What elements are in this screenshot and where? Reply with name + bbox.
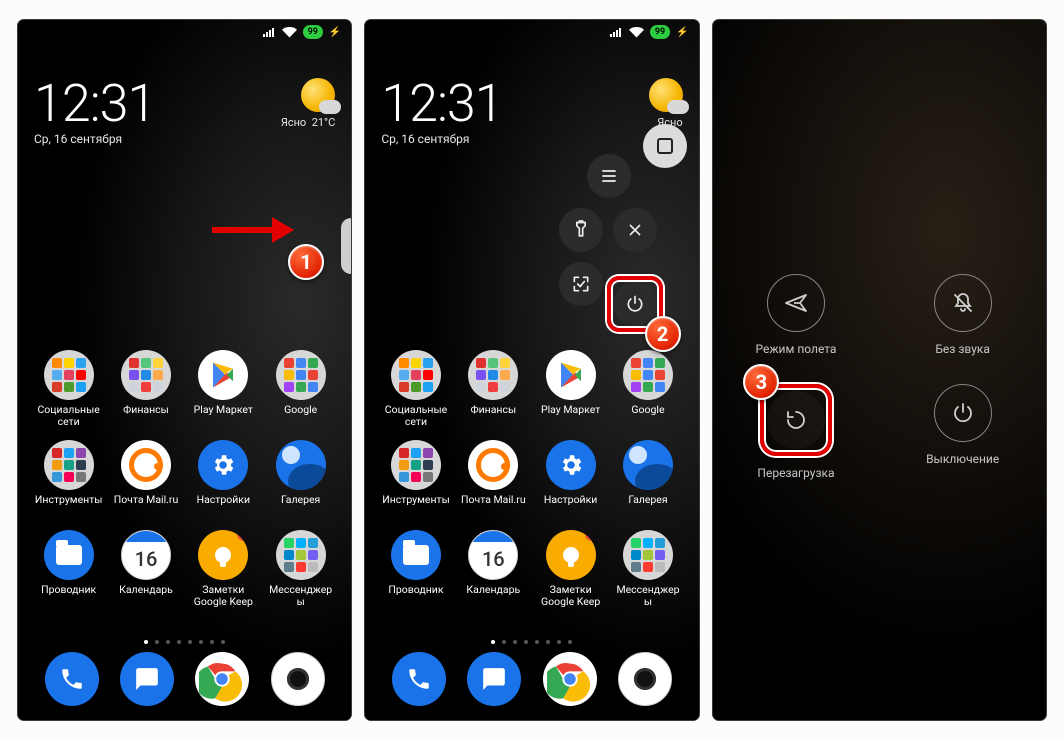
app-play-store[interactable]: Play Маркет: [536, 350, 605, 428]
status-bar: 99 ⚡: [18, 20, 351, 44]
folder-icon: [44, 440, 94, 490]
clock-weather-row: 12:31 Ср, 16 сентября Ясно 21°C: [34, 78, 335, 146]
mailru-icon: [121, 440, 171, 490]
clock-widget[interactable]: 12:31 Ср, 16 сентября: [381, 78, 502, 146]
app-mailru[interactable]: Почта Mail.ru: [111, 440, 180, 518]
app-finance-folder[interactable]: Финансы: [459, 350, 528, 428]
status-bar: 99 ⚡: [365, 20, 698, 44]
battery-pill: 99: [303, 25, 323, 39]
app-gallery[interactable]: Галерея: [613, 440, 682, 518]
clock-widget[interactable]: 12:31 Ср, 16 сентября: [34, 78, 155, 146]
app-play-store[interactable]: Play Маркет: [189, 350, 258, 428]
app-files[interactable]: Проводник: [34, 530, 103, 608]
wifi-icon: [282, 27, 297, 38]
page-indicator: [18, 640, 351, 644]
weather-text: Ясно 21°C: [281, 116, 336, 129]
weather-widget[interactable]: Ясно: [649, 78, 683, 129]
app-tools-folder[interactable]: Инструменты: [34, 440, 103, 518]
dock-camera[interactable]: [271, 652, 325, 706]
app-settings[interactable]: Настройки: [189, 440, 258, 518]
dock-messages[interactable]: [120, 652, 174, 706]
dock-chrome[interactable]: [543, 652, 597, 706]
app-settings[interactable]: Настройки: [536, 440, 605, 518]
folder-icon: [44, 350, 94, 400]
app-messengers-folder[interactable]: Мессенджеры: [266, 530, 335, 608]
app-files[interactable]: Проводник: [381, 530, 450, 608]
quickball-tab[interactable]: [341, 218, 351, 274]
quickball-screenshot[interactable]: [559, 262, 603, 306]
charging-icon: ⚡: [329, 27, 341, 38]
calendar-icon: 16: [121, 530, 171, 580]
dock-messages[interactable]: [467, 652, 521, 706]
power-silent[interactable]: Без звука: [934, 274, 992, 356]
app-finance-folder[interactable]: Финансы: [111, 350, 180, 428]
app-grid: Социальные сети Финансы Play Маркет Goog…: [381, 350, 682, 608]
reboot-icon: [784, 408, 808, 432]
annotation-arrow: [212, 220, 294, 240]
screen-1-home: 99 ⚡ 12:31 Ср, 16 сентября Ясно 21°C 1 С…: [18, 20, 351, 720]
folder-icon: [276, 350, 326, 400]
battery-percent: 99: [308, 27, 318, 37]
annotation-badge-1: 1: [288, 244, 324, 280]
charging-icon: ⚡: [676, 27, 688, 38]
settings-icon: [198, 440, 248, 490]
dock-phone[interactable]: [392, 652, 446, 706]
power-icon: [951, 401, 975, 425]
quickball-home[interactable]: [643, 124, 687, 168]
dock-chrome[interactable]: [195, 652, 249, 706]
weather-widget[interactable]: Ясно 21°C: [281, 78, 336, 129]
airplane-icon: [784, 291, 808, 315]
quickball-recents[interactable]: [587, 154, 631, 198]
dock: [34, 652, 335, 706]
app-calendar[interactable]: 16 Календарь: [111, 530, 180, 608]
dock-phone[interactable]: [45, 652, 99, 706]
flashlight-icon: [571, 220, 591, 240]
home-icon: [657, 138, 673, 154]
folder-icon: [276, 530, 326, 580]
bell-off-icon: [951, 291, 975, 315]
battery-pill: 99: [650, 25, 670, 39]
quickball-close[interactable]: [613, 208, 657, 252]
app-calendar[interactable]: 16Календарь: [459, 530, 528, 608]
page-indicator: [365, 640, 698, 644]
play-store-icon: [198, 350, 248, 400]
clock-time: 12:31: [34, 78, 155, 130]
app-grid: Социальные сети Финансы Play Маркет Goog…: [34, 350, 335, 608]
weather-sun-cloud-icon: [301, 78, 335, 112]
wifi-icon: [629, 27, 644, 38]
quickball-flashlight[interactable]: [559, 208, 603, 252]
menu-icon: [599, 166, 619, 186]
app-gallery[interactable]: Галерея: [266, 440, 335, 518]
app-keep[interactable]: 1Заметки Google Keep: [536, 530, 605, 608]
app-google-folder[interactable]: Google: [266, 350, 335, 428]
dock: [381, 652, 682, 706]
clock-date: Ср, 16 сентября: [34, 132, 155, 146]
files-icon: [44, 530, 94, 580]
signal-icon: [262, 27, 276, 38]
app-social-folder[interactable]: Социальные сети: [34, 350, 103, 428]
app-google-folder[interactable]: Google: [613, 350, 682, 428]
gallery-icon: [276, 440, 326, 490]
signal-icon: [609, 27, 623, 38]
app-social-folder[interactable]: Социальные сети: [381, 350, 450, 428]
app-keep[interactable]: 1 Заметки Google Keep: [189, 530, 258, 608]
app-messengers-folder[interactable]: Мессенджеры: [613, 530, 682, 608]
annotation-badge-2: 2: [645, 316, 681, 352]
dock-camera[interactable]: [618, 652, 672, 706]
folder-icon: [121, 350, 171, 400]
app-mailru[interactable]: Почта Mail.ru: [459, 440, 528, 518]
app-tools-folder[interactable]: Инструменты: [381, 440, 450, 518]
power-menu-overlay[interactable]: Режим полета Без звука Перезагрузка 3 Вы…: [713, 20, 1046, 720]
close-icon: [625, 220, 645, 240]
screen-3-power-menu: Режим полета Без звука Перезагрузка 3 Вы…: [713, 20, 1046, 720]
screenshot-icon: [571, 274, 591, 294]
keep-icon: 1: [198, 530, 248, 580]
power-shutdown[interactable]: Выключение: [926, 384, 999, 480]
power-airplane[interactable]: Режим полета: [755, 274, 836, 356]
screen-2-quickball: 99 ⚡ 12:31 Ср, 16 сентября Ясно 2: [365, 20, 698, 720]
power-menu-grid: Режим полета Без звука Перезагрузка 3 Вы…: [713, 274, 1046, 480]
power-reboot[interactable]: Перезагрузка 3: [757, 384, 834, 480]
weather-sun-cloud-icon: [649, 78, 683, 112]
